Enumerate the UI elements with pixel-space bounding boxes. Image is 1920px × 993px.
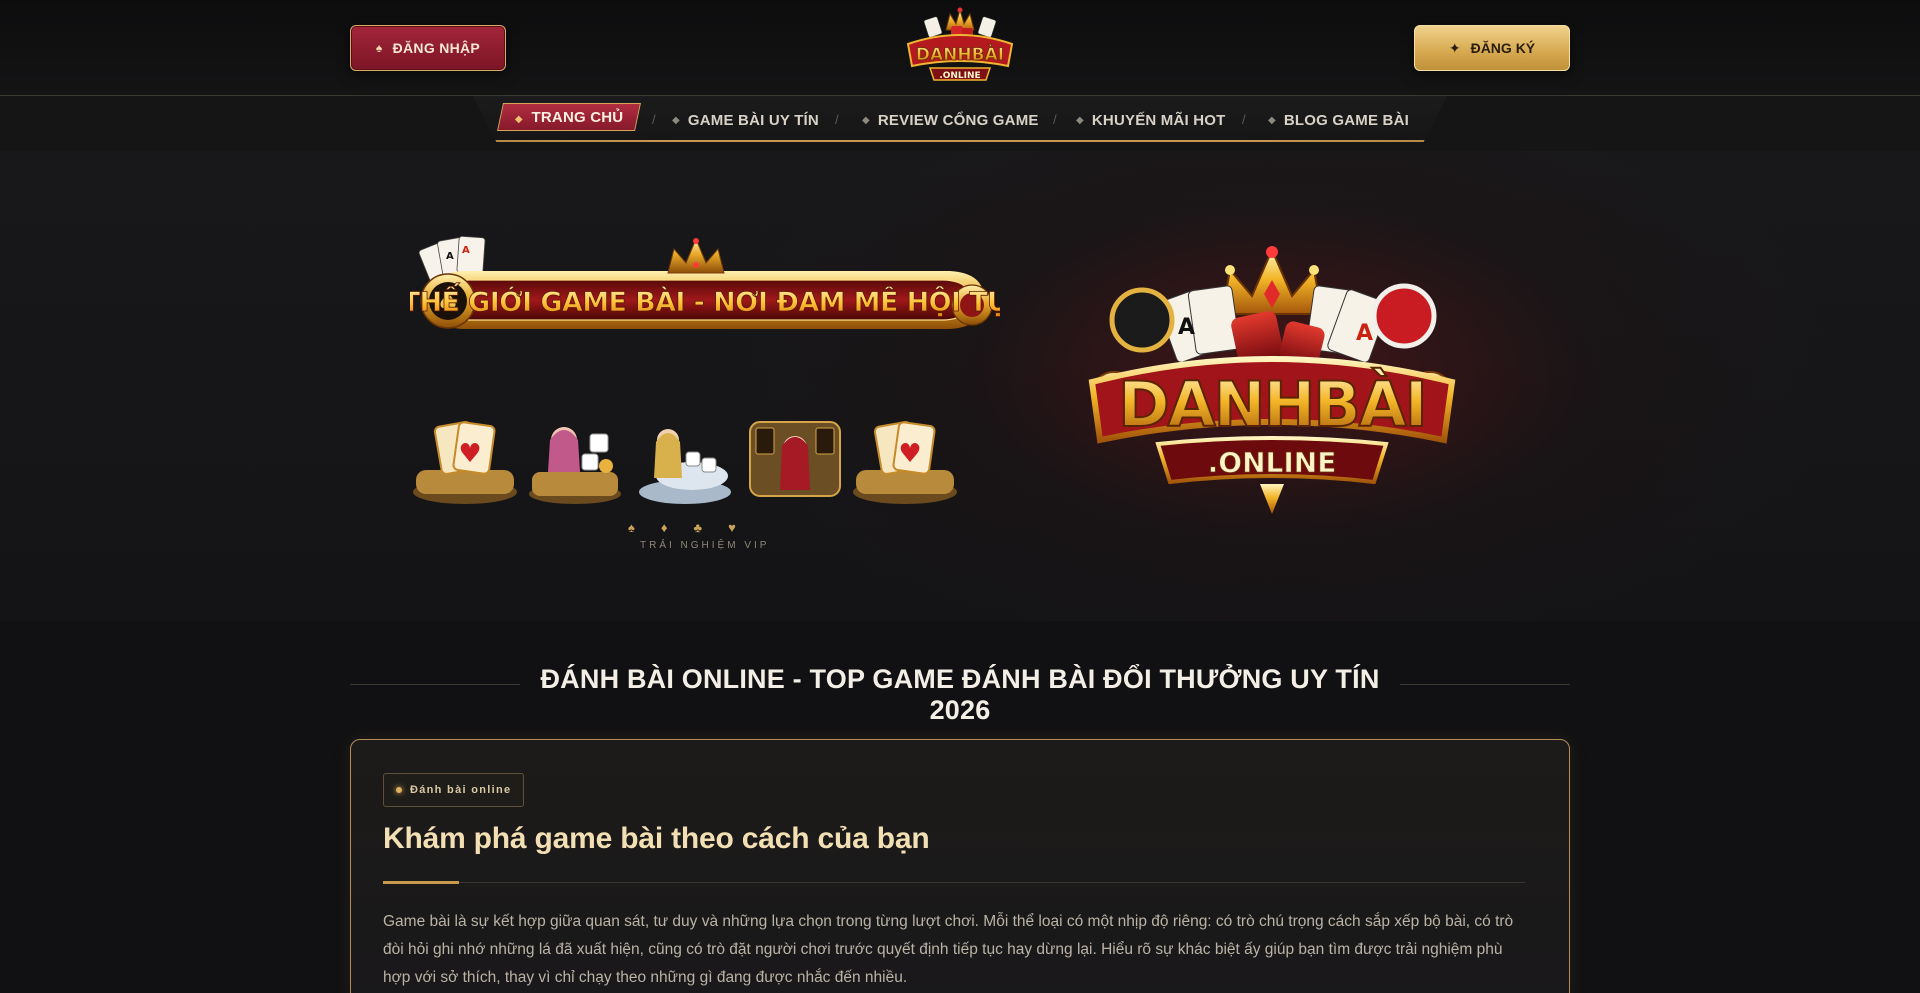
nav-separator: / <box>1053 112 1057 127</box>
diamond-icon: ◆ <box>862 114 870 126</box>
svg-text:♥: ♥ <box>458 439 481 469</box>
nav-label: KHUYẾN MÃI HOT <box>1091 111 1226 129</box>
nav-label: TRANG CHỦ <box>531 108 624 126</box>
login-label: ĐĂNG NHẬP <box>392 40 481 56</box>
club-icon: ♣ <box>693 520 703 535</box>
logo-subtext: .ONLINE <box>1208 446 1337 479</box>
svg-text:A: A <box>462 245 470 256</box>
game-tile-cards-lady[interactable] <box>740 418 850 506</box>
logo-subtext: .ONLINE <box>939 71 980 81</box>
crown-icon <box>667 237 725 274</box>
dot-icon <box>396 787 402 793</box>
nav-label: REVIEW CỔNG GAME <box>877 111 1039 129</box>
card-icon <box>923 16 943 38</box>
nav-separator: / <box>1242 112 1246 127</box>
game-tile-dice-girl[interactable] <box>520 418 630 506</box>
spade-icon: ♠ <box>375 41 383 55</box>
section-title: ĐÁNH BÀI ONLINE - TOP GAME ĐÁNH BÀI ĐỔI … <box>540 664 1380 725</box>
card-icon <box>977 16 997 38</box>
nav-item-trang-chu[interactable]: ◆ TRANG CHỦ <box>497 103 642 131</box>
game-tile-poker-2[interactable]: ♥ <box>850 418 960 506</box>
heart-icon: ♥ <box>728 520 736 535</box>
logo-wordmark: DANHBÀI <box>1118 368 1426 441</box>
svg-text:A: A <box>1356 321 1373 346</box>
svg-text:A: A <box>1178 315 1195 340</box>
svg-text:A: A <box>446 251 454 262</box>
banner-text: THẾ GIỚI GAME BÀI - NƠI ĐAM MÊ HỘI TỤ <box>410 283 1000 318</box>
hero-banner: A A ♠ THẾ GIỚI GAME BÀI - NƠI ĐAM MÊ HỘI… <box>410 235 1000 329</box>
diamond-icon: ◆ <box>1268 114 1276 126</box>
diamond-icon: ◆ <box>1076 114 1084 126</box>
hero-logo: A A DANHBÀI .ONLINE <box>1088 246 1456 514</box>
category-badge: Đánh bài online <box>383 773 525 807</box>
hero-section <box>0 151 1920 621</box>
divider-left <box>350 684 520 685</box>
game-tile-poker[interactable]: ♥ <box>410 418 520 506</box>
nav-item-game-bai-uy-tin[interactable]: ◆ GAME BÀI UY TÍN <box>672 106 819 134</box>
svg-text:♥: ♥ <box>898 439 921 469</box>
nav-label: BLOG GAME BÀI <box>1283 111 1409 129</box>
chip-icon <box>1371 283 1437 349</box>
card-divider-accent <box>383 881 459 884</box>
badge-label: Đánh bài online <box>410 784 512 796</box>
nav-item-khuyen-mai-hot[interactable]: ◆ KHUYẾN MÃI HOT <box>1076 106 1226 134</box>
diamond-icon: ◆ <box>672 114 680 126</box>
login-button[interactable]: ♠ ĐĂNG NHẬP <box>350 25 506 71</box>
nav-separator: / <box>835 112 839 127</box>
register-button[interactable]: ✦ ĐĂNG KÝ <box>1414 25 1570 71</box>
nav-separator: / <box>652 112 656 127</box>
card-body-text: Game bài là sự kết hợp giữa quan sát, tư… <box>383 913 1514 986</box>
suit-row: ♠ ♦ ♣ ♥ <box>628 520 736 535</box>
crown-icon <box>1220 246 1324 315</box>
vip-caption: TRẢI NGHIỆM VIP <box>640 540 770 551</box>
top-header: ♠ ĐĂNG NHẬP DANHBÀI .ONLINE ✦ ĐĂNG KÝ <box>0 0 1920 96</box>
card-divider <box>383 882 1525 883</box>
site-logo[interactable]: DANHBÀI .ONLINE <box>896 4 1024 90</box>
intro-card: Đánh bài online Khám phá game bài theo c… <box>350 739 1570 993</box>
nav-item-blog-game-bai[interactable]: ◆ BLOG GAME BÀI <box>1268 106 1409 134</box>
register-label: ĐĂNG KÝ <box>1470 40 1536 56</box>
diamond-icon: ♦ <box>660 520 668 535</box>
sparkle-icon: ✦ <box>1448 39 1461 56</box>
nav-item-review-cong-game[interactable]: ◆ REVIEW CỔNG GAME <box>862 106 1039 134</box>
nav-label: GAME BÀI UY TÍN <box>687 111 819 129</box>
spade-icon: ♠ <box>628 520 635 535</box>
diamond-icon: ◆ <box>515 113 523 125</box>
game-tile-dice-table[interactable] <box>630 418 740 506</box>
card-heading: Khám phá game bài theo cách của bạn <box>383 822 930 855</box>
logo-wordmark: DANHBÀI <box>916 43 1004 65</box>
chip-icon <box>1109 287 1175 353</box>
nav-underline <box>496 140 1424 142</box>
divider-right <box>1400 684 1570 685</box>
